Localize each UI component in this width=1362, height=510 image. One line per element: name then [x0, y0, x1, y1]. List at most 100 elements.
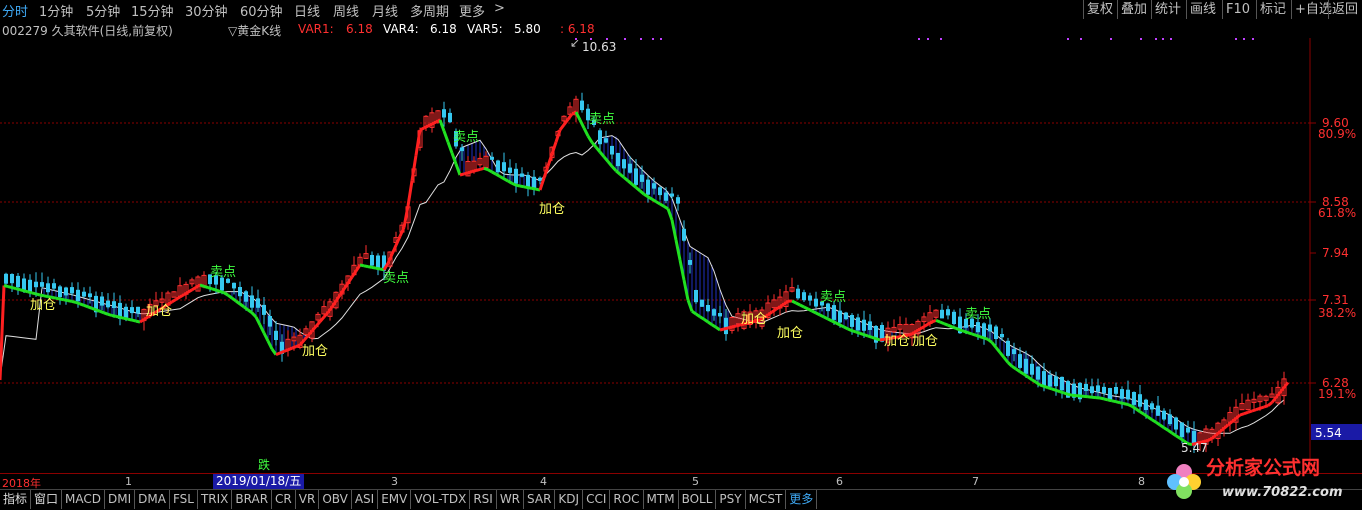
candle-body [1012, 349, 1016, 354]
statistics-button[interactable]: 统计 [1151, 0, 1184, 19]
candle-body [82, 292, 86, 297]
trend-segment [708, 322, 712, 325]
tab-obv[interactable]: OBV [319, 490, 352, 509]
trend-segment [552, 142, 556, 154]
tab-indicator[interactable]: 指标 [0, 490, 31, 509]
trend-segment [860, 333, 864, 334]
period-tab-5min[interactable]: 5分钟 [86, 1, 120, 20]
trend-segment [104, 313, 108, 315]
tab-vr[interactable]: VR [296, 490, 320, 509]
back-button[interactable]: 返回 [1328, 0, 1361, 19]
candle-body [682, 229, 686, 241]
candle-body [1162, 411, 1166, 420]
trend-segment [192, 287, 196, 289]
indicator-name[interactable]: ▽黄金K线 [228, 22, 281, 39]
candle-body [1180, 423, 1184, 438]
trend-segment [524, 187, 528, 188]
tab-emv[interactable]: EMV [378, 490, 411, 509]
percent-tick-4: 19.1% [1318, 387, 1356, 401]
trend-segment [388, 254, 392, 263]
trend-segment [1252, 410, 1256, 411]
trend-segment [716, 327, 720, 330]
period-tab-multi[interactable]: 多周期 [410, 1, 449, 20]
mark-button[interactable]: 标记 [1256, 0, 1289, 19]
candle-body [1168, 414, 1172, 424]
trend-segment [824, 317, 828, 319]
tab-kdj[interactable]: KDJ [555, 490, 583, 509]
trend-segment [308, 331, 312, 336]
tab-asi[interactable]: ASI [352, 490, 378, 509]
draw-line-button[interactable]: 画线 [1186, 0, 1219, 19]
trend-segment [140, 320, 144, 323]
candle-body [76, 290, 80, 301]
tab-vol-tdx[interactable]: VOL-TDX [411, 490, 470, 509]
period-tab-30min[interactable]: 30分钟 [185, 1, 228, 20]
trend-segment [728, 327, 732, 328]
month-tick: 1 [125, 475, 132, 488]
candle-body [1108, 388, 1112, 400]
trend-segment [272, 349, 276, 355]
tab-macd[interactable]: MACD [62, 490, 105, 509]
candle-body [1054, 376, 1058, 386]
tab-psy[interactable]: PSY [716, 490, 745, 509]
trend-segment [1172, 433, 1176, 436]
period-tab-1min[interactable]: 1分钟 [39, 1, 73, 20]
restore-rights-button[interactable]: 复权 [1083, 0, 1116, 19]
trend-segment [408, 181, 412, 206]
sell-signal-label: 卖点 [453, 130, 479, 145]
flower-icon [1167, 464, 1201, 499]
f10-button[interactable]: F10 [1222, 0, 1253, 19]
period-tab-weekly[interactable]: 周线 [333, 1, 359, 20]
tab-mcst[interactable]: MCST [746, 490, 787, 509]
tab-trix[interactable]: TRIX [198, 490, 232, 509]
tab-brar[interactable]: BRAR [232, 490, 272, 509]
trend-segment [80, 304, 84, 305]
period-tab-intraday[interactable]: 分时 [2, 1, 28, 20]
trend-segment [1148, 417, 1152, 420]
candle-body [952, 312, 956, 324]
trend-segment [1232, 418, 1236, 421]
trend-segment [664, 206, 668, 208]
trend-segment [1164, 428, 1168, 431]
tab-dma[interactable]: DMA [135, 490, 170, 509]
trend-segment [920, 327, 924, 329]
tab-more[interactable]: 更多 [786, 490, 817, 509]
tab-roc[interactable]: ROC [610, 490, 643, 509]
candle-body [532, 177, 536, 188]
trend-segment [292, 347, 296, 349]
period-tab-daily[interactable]: 日线 [294, 1, 320, 20]
tab-cr[interactable]: CR [272, 490, 296, 509]
tab-sar[interactable]: SAR [524, 490, 555, 509]
trend-segment [976, 335, 980, 336]
candle-body [256, 298, 260, 307]
trend-segment [236, 301, 240, 304]
trend-segment [1256, 408, 1260, 409]
trend-segment [136, 321, 140, 322]
candle-body [580, 101, 584, 111]
period-tab-60min[interactable]: 60分钟 [240, 1, 283, 20]
tab-rsi[interactable]: RSI [470, 490, 497, 509]
candle-body [598, 130, 602, 144]
trend-segment [800, 305, 804, 307]
candle-body [1024, 359, 1028, 374]
trend-segment [1216, 432, 1220, 435]
trend-segment [636, 188, 640, 191]
period-tab-more[interactable]: 更多 [459, 1, 485, 20]
price-chart[interactable]: 9.60 80.9% 8.58 61.8% 7.94 7.31 38.2% 6.… [0, 38, 1362, 473]
trend-segment [368, 267, 372, 268]
tab-boll[interactable]: BOLL [679, 490, 717, 509]
tab-cci[interactable]: CCI [583, 490, 610, 509]
period-next-icon[interactable]: > [494, 1, 505, 16]
tab-window[interactable]: 窗口 [31, 490, 62, 509]
tab-mtm[interactable]: MTM [644, 490, 679, 509]
tab-dmi[interactable]: DMI [105, 490, 135, 509]
sell-signal-label: 卖点 [589, 112, 615, 127]
period-tab-15min[interactable]: 15分钟 [131, 1, 174, 20]
period-tab-monthly[interactable]: 月线 [372, 1, 398, 20]
candle-body [64, 288, 68, 296]
overlay-button[interactable]: 叠加 [1117, 0, 1150, 19]
tab-fsl[interactable]: FSL [170, 490, 198, 509]
trend-segment [128, 319, 132, 320]
tab-wr[interactable]: WR [497, 490, 524, 509]
trend-segment [712, 325, 716, 328]
